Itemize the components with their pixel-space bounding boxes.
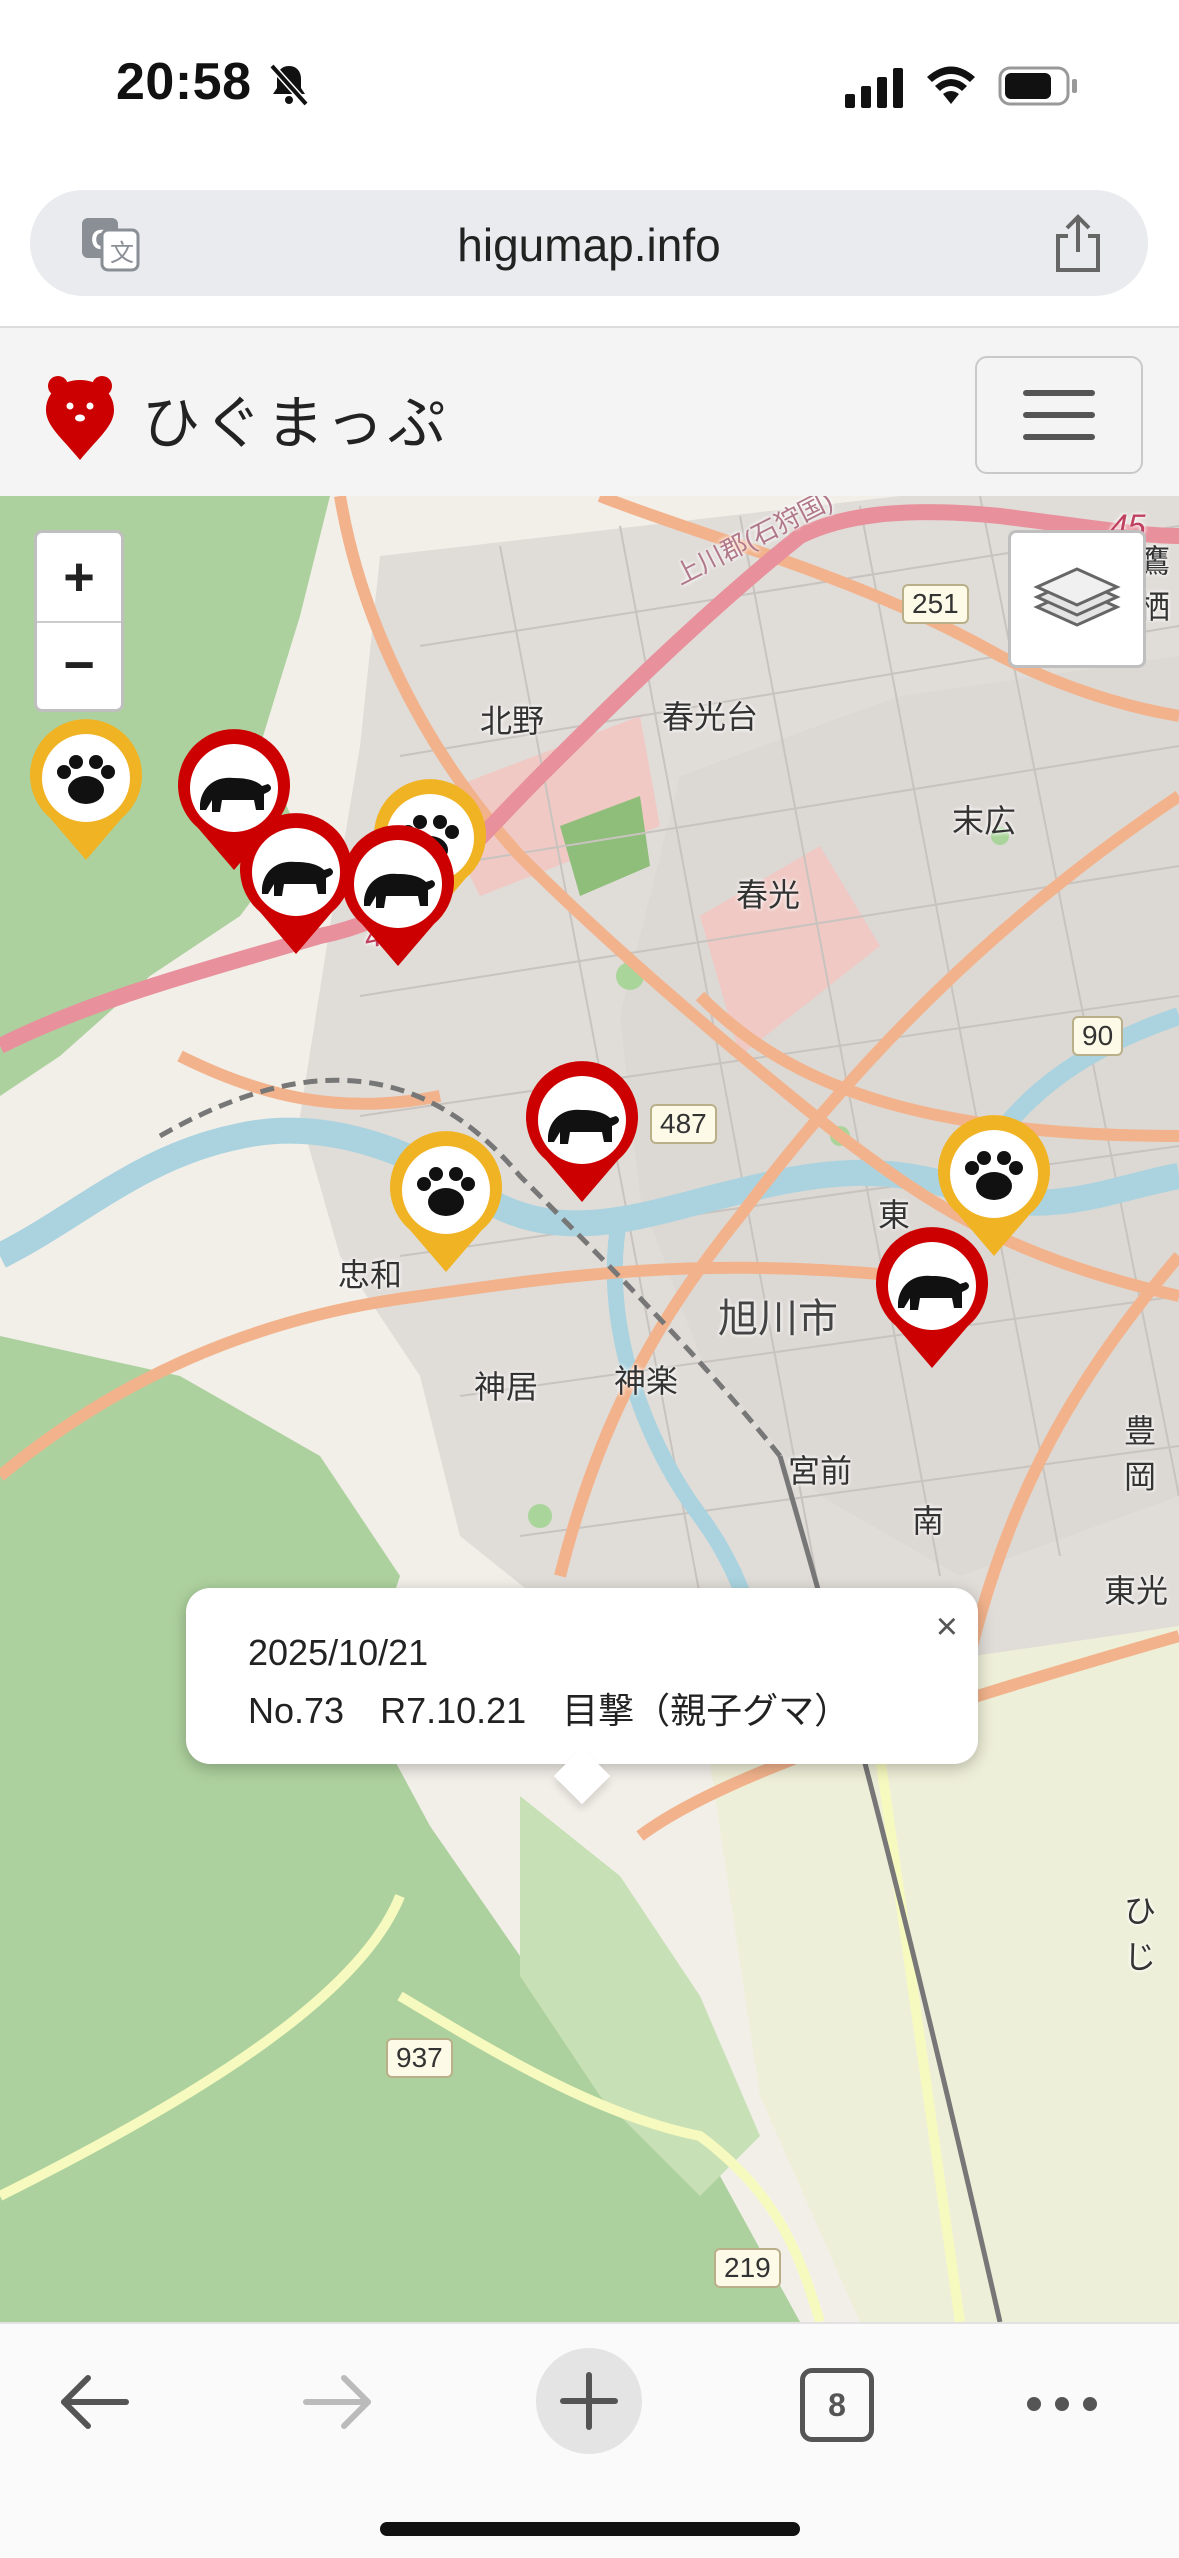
popup-date: 2025/10/21 [248, 1632, 429, 1673]
wifi-icon [927, 66, 975, 104]
popup-description: No.73 R7.10.21 目撃（親子グマ） [248, 1690, 851, 1731]
back-arrow-icon[interactable] [56, 2364, 132, 2440]
map-label-kitano: 北野 [480, 703, 545, 739]
menu-bar-icon [1023, 412, 1095, 418]
map-label-toko: 東光 [1104, 1573, 1169, 1609]
new-tab-button[interactable] [536, 2348, 642, 2454]
forward-arrow-icon[interactable] [300, 2364, 376, 2440]
map-label-shunkodai: 春光台 [662, 699, 759, 735]
route-shield: 937 [386, 2038, 453, 2078]
battery-icon [998, 66, 1077, 106]
address-bar[interactable]: G 文 higumap.info [30, 190, 1148, 296]
plus-icon [560, 2372, 618, 2430]
layers-button[interactable] [1008, 530, 1146, 668]
route-shield: 219 [714, 2248, 781, 2288]
browser-toolbar: 8 [0, 2322, 1179, 2558]
map-label-hiji: ひじ [1124, 1893, 1157, 1975]
cellular-signal-icon [845, 68, 903, 108]
zoom-in-button[interactable]: + [37, 533, 121, 623]
route-shield: 90 [1072, 1016, 1124, 1056]
route-shield: 487 [650, 1104, 717, 1144]
status-time: 20:58 [116, 53, 252, 111]
map-label-suehiro: 末広 [952, 803, 1017, 839]
bear-sighting-marker[interactable] [520, 1056, 644, 1206]
hamburger-menu-button[interactable] [975, 356, 1143, 474]
zoom-control: + − [34, 530, 124, 712]
site-header: ひぐまっぷ [0, 326, 1179, 498]
tab-switcher-button[interactable]: 8 [800, 2368, 874, 2442]
url-text[interactable]: higumap.info [30, 218, 1148, 272]
share-icon[interactable] [1052, 214, 1104, 274]
zoom-out-button[interactable]: − [37, 621, 121, 709]
map-label-kagura: 神楽 [614, 1363, 679, 1399]
bear-sighting-marker[interactable] [870, 1222, 994, 1372]
silent-mode-icon [269, 63, 309, 107]
map-label-minami: 南 [912, 1503, 945, 1539]
footprint-marker[interactable] [384, 1126, 508, 1276]
bear-sighting-marker[interactable] [336, 820, 460, 970]
site-title[interactable]: ひぐまっぷ [142, 376, 450, 460]
bear-logo-icon[interactable] [42, 372, 118, 462]
footprint-marker[interactable] [24, 714, 148, 864]
more-options-icon[interactable] [1024, 2394, 1100, 2414]
route-shield: 251 [902, 584, 969, 624]
map-label-shunko: 春光 [736, 877, 801, 913]
status-bar: 20:58 [0, 0, 1179, 170]
home-indicator[interactable] [380, 2522, 800, 2536]
map-view[interactable]: 北野 春光台 末広 春光 東 旭川市 忠和 神居 神楽 宮前 南 豊岡 東光 ひ… [0, 496, 1179, 2322]
layers-icon [1033, 567, 1121, 627]
map-label-kamui: 神居 [474, 1369, 539, 1405]
map-label-toyooka: 豊岡 [1124, 1413, 1157, 1495]
menu-bar-icon [1023, 390, 1095, 396]
marker-popup: 2025/10/21 No.73 R7.10.21 目撃（親子グマ） × [186, 1588, 978, 1805]
map-label-miyamae: 宮前 [788, 1453, 853, 1489]
map-label-asahikawa: 旭川市 [718, 1297, 838, 1341]
popup-close-button[interactable]: × [936, 1606, 958, 1649]
menu-bar-icon [1023, 434, 1095, 440]
